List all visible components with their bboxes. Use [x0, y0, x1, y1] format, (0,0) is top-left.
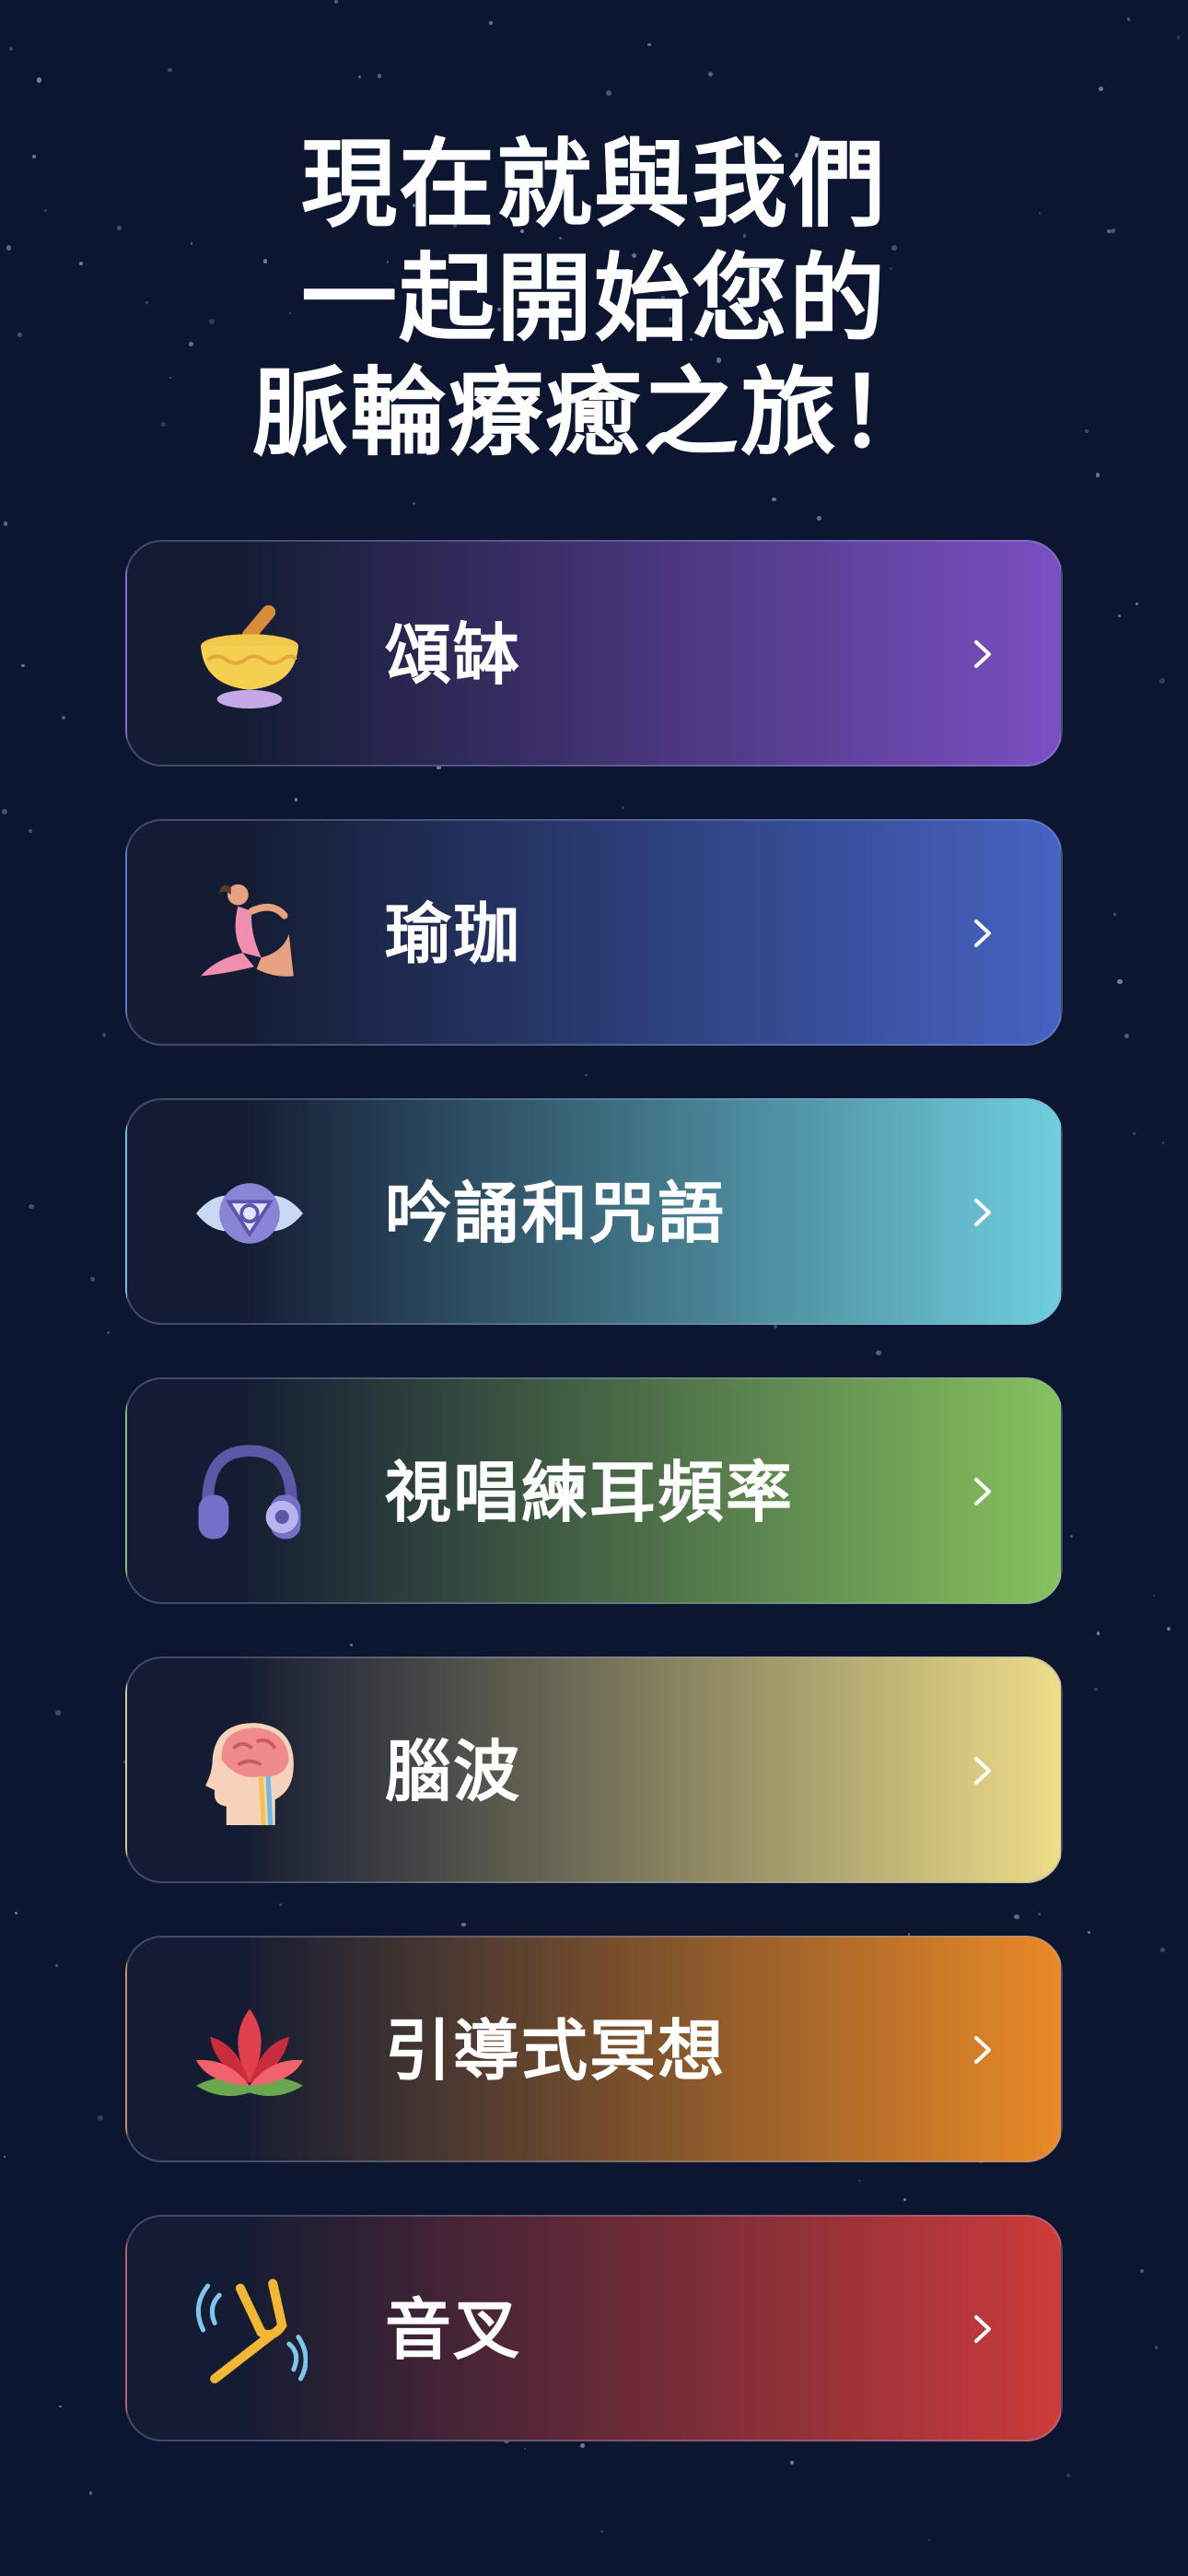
yoga-pose-icon: [201, 884, 294, 977]
star-dot: [772, 497, 776, 502]
category-label: 腦波: [385, 1733, 522, 1810]
star-dot: [21, 663, 25, 667]
category-label: 頌缽: [385, 616, 522, 694]
star-dot: [358, 76, 361, 78]
star-dot: [1159, 677, 1165, 684]
star-dot: [90, 1276, 95, 1282]
star-dot: [59, 2405, 62, 2408]
star-dot: [707, 71, 714, 76]
star-dot: [334, 0, 338, 4]
star-dot: [1095, 473, 1101, 478]
category-brainwave-button[interactable]: 腦波: [125, 1657, 1063, 1883]
star-dot: [1118, 615, 1122, 618]
category-singing-bowl-button[interactable]: 頌缽: [125, 540, 1063, 767]
star-dot: [1177, 36, 1181, 40]
star-dot: [54, 1963, 58, 1967]
third-eye-icon: [196, 1183, 303, 1244]
title-line-1: 現在就與我們: [300, 128, 887, 240]
star-dot: [600, 2530, 603, 2534]
star-dot: [55, 1710, 61, 1715]
category-list: 頌缽 瑜珈 吟誦和咒語 視唱練耳頻率 腦波 引導式冥想 音叉: [125, 540, 1063, 2494]
star-dot: [36, 77, 42, 83]
star-dot: [1094, 1687, 1098, 1692]
star-dot: [8, 46, 14, 52]
chevron-right-icon: [974, 640, 991, 668]
star-dot: [3, 521, 8, 526]
star-dot: [3, 2155, 6, 2159]
star-dot: [647, 42, 652, 47]
star-dot: [1139, 2268, 1144, 2273]
chevron-right-icon: [974, 1757, 991, 1785]
category-solfeggio-button[interactable]: 視唱練耳頻率: [125, 1377, 1063, 1604]
star-dot: [1098, 86, 1103, 91]
category-tuning-fork-button[interactable]: 音叉: [125, 2215, 1063, 2441]
star-dot: [1117, 978, 1123, 985]
headphones-icon: [198, 1445, 301, 1540]
star-dot: [61, 716, 65, 720]
title-line-3: 脈輪療癒之旅！: [251, 357, 936, 469]
star-dot: [1069, 1534, 1074, 1538]
star-dot: [606, 89, 612, 96]
star-dot: [488, 21, 493, 26]
chevron-right-icon: [974, 919, 991, 947]
star-dot: [101, 1033, 107, 1037]
star-dot: [2, 808, 8, 814]
category-chanting-mantra-button[interactable]: 吟誦和咒語: [125, 1098, 1063, 1325]
lotus-icon: [196, 2008, 303, 2097]
star-dot: [168, 67, 172, 72]
star-dot: [1154, 2345, 1159, 2349]
chevron-right-icon: [974, 2315, 991, 2343]
star-dot: [1153, 1594, 1156, 1597]
category-label: 引導式冥想: [385, 2012, 727, 2090]
category-guided-meditation-button[interactable]: 引導式冥想: [125, 1936, 1063, 2162]
tuning-fork-icon: [195, 2278, 308, 2383]
category-label: 音叉: [385, 2291, 522, 2369]
chevron-right-icon: [974, 1478, 991, 1505]
star-dot: [28, 828, 33, 833]
star-dot: [88, 2491, 93, 2495]
star-dot: [1136, 602, 1138, 605]
star-dot: [106, 1330, 111, 1335]
star-dot: [29, 1204, 34, 1210]
star-dot: [1160, 1947, 1166, 1953]
star-dot: [1124, 1034, 1130, 1039]
star-dot: [377, 74, 382, 79]
star-dot: [1132, 1132, 1136, 1136]
star-dot: [1066, 2473, 1071, 2477]
category-label: 視唱練耳頻率: [385, 1454, 795, 1531]
star-dot: [98, 2115, 104, 2121]
category-label: 瑜珈: [385, 896, 522, 973]
star-dot: [1087, 1930, 1091, 1935]
star-dot: [1096, 1632, 1100, 1635]
category-yoga-button[interactable]: 瑜珈: [125, 819, 1063, 1046]
star-dot: [15, 1912, 17, 1914]
chevron-right-icon: [974, 1199, 991, 1226]
star-dot: [927, 2538, 931, 2541]
star-dot: [1167, 1626, 1171, 1631]
star-dot: [1113, 913, 1117, 917]
singing-bowl-icon: [201, 604, 298, 708]
star-dot: [1161, 1141, 1165, 1144]
chevron-right-icon: [974, 2036, 991, 2064]
star-dot: [413, 501, 416, 505]
page-title: 現在就與我們 一起開始您的 脈輪療癒之旅！: [0, 127, 1188, 470]
brain-head-icon: [205, 1723, 294, 1826]
title-line-2: 一起開始您的: [300, 242, 887, 355]
category-label: 吟誦和咒語: [385, 1175, 727, 1252]
star-dot: [817, 515, 822, 521]
star-dot: [1127, 18, 1131, 21]
